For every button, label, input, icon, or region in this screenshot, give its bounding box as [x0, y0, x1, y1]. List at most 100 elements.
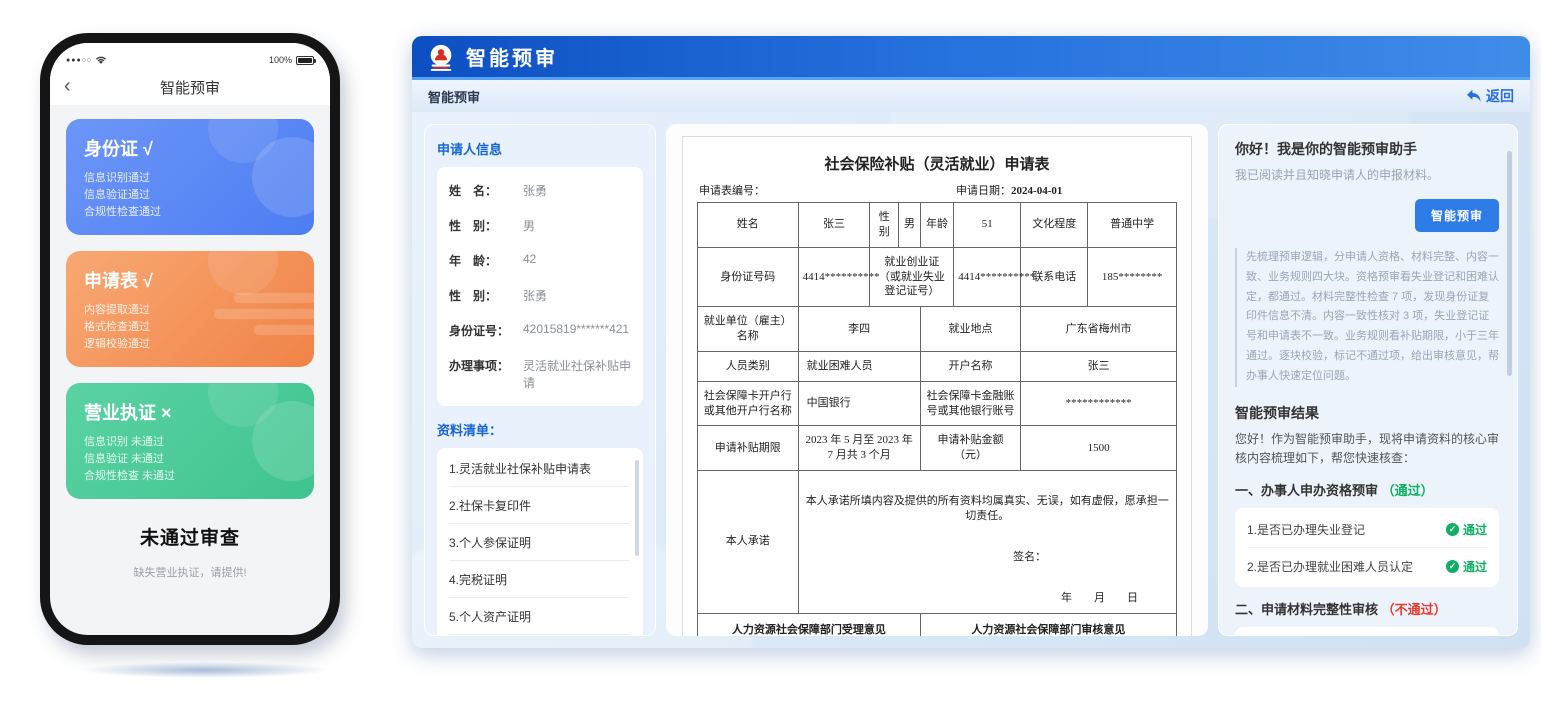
- cell-label: 身份证号码: [698, 247, 799, 307]
- cell-label: 年龄: [920, 203, 954, 248]
- cell-label: 就业单位（雇主）名称: [698, 307, 799, 352]
- field-label: 年 龄：: [449, 252, 523, 269]
- table-row-opinions: 人力资源社会保障部门受理意见 签名： （单位盖章） 年 月 日 人力资源社会保障…: [698, 613, 1177, 636]
- cell-label: 就业创业证（或就业失业登记证号）: [870, 247, 954, 307]
- cell-value: 张三: [1021, 351, 1177, 381]
- status-badge-pass: ✓通过: [1446, 558, 1487, 575]
- document-title: 社会保险补贴（灵活就业）申请表: [697, 145, 1177, 182]
- form-number-label: 申请表编号：: [699, 182, 956, 198]
- promise-label: 本人承诺: [698, 471, 799, 613]
- table-row: 就业单位（雇主）名称 李四 就业地点 广东省梅州市: [698, 307, 1177, 352]
- cell-label: 姓名: [698, 203, 799, 248]
- promise-content: 本人承诺所填内容及提供的所有资料均属真实、无误，如有虚假，愿承担一切责任。 签名…: [798, 471, 1176, 613]
- phone-back-chevron-icon[interactable]: ‹: [64, 73, 71, 99]
- cell-label: 性别: [870, 203, 899, 248]
- check-circle-icon: ✓: [1446, 560, 1459, 573]
- review-opinion-cell: 人力资源社会保障部门审核意见 签名： （单位盖章） 年 月 日: [920, 613, 1176, 636]
- phone-mockup: ●●●○○ 100% ‹ 智能预审 身份证 √ 信息识别通过 信息验证通: [40, 33, 340, 645]
- card-check-line: 信息识别 未通过: [84, 434, 296, 451]
- cell-value: 普通中学: [1088, 203, 1177, 248]
- cell-label: 就业地点: [920, 307, 1021, 352]
- section-qualification-heading: 一、办事人申办资格预审 （通过）: [1235, 480, 1499, 499]
- cell-value: 李四: [798, 307, 920, 352]
- cell-value: 51: [954, 203, 1021, 248]
- cell-value: 1500: [1021, 426, 1177, 471]
- review-result-heading: 智能预审结果: [1235, 403, 1499, 423]
- cell-value: 4414**********: [954, 247, 1021, 307]
- applicant-info-title: 申请人信息: [437, 139, 643, 158]
- material-list-item[interactable]: 3.个人参保证明: [449, 524, 629, 561]
- review-result-note: 缺失营业执证，请提供!: [66, 564, 314, 580]
- cell-value: 就业困难人员: [798, 351, 920, 381]
- assistant-panel-scrollbar[interactable]: [1507, 151, 1512, 376]
- main-content: 申请人信息 姓 名： 张勇 性 别： 男 年 龄： 42 性 别： 张勇: [412, 112, 1530, 648]
- table-row-promise: 本人承诺 本人承诺所填内容及提供的所有资料均属真实、无误，如有虚假，愿承担一切责…: [698, 471, 1177, 613]
- document-preview-panel: 社会保险补贴（灵活就业）申请表 申请表编号： 申请日期：2024-04-01 姓…: [666, 124, 1208, 636]
- info-row-gender2: 性 别： 张勇: [449, 278, 631, 313]
- review-result-intro: 您好！作为智能预审助手，现将申请资料的核心审核内容梳理如下，帮您快速核查：: [1235, 430, 1499, 468]
- cell-label: 申请补贴金额（元）: [920, 426, 1021, 471]
- applicant-info-card: 姓 名： 张勇 性 别： 男 年 龄： 42 性 别： 张勇 身份证号： 4: [437, 167, 643, 406]
- field-value: 张勇: [523, 182, 547, 199]
- review-opinion-title: 人力资源社会保障部门审核意见: [925, 623, 1172, 637]
- card-check-line: 信息识别通过: [84, 170, 296, 187]
- material-list-item[interactable]: 1.灵活就业社保补贴申请表: [449, 450, 629, 487]
- material-list-item[interactable]: 6.完税证明: [449, 635, 629, 636]
- info-row-name: 姓 名： 张勇: [449, 173, 631, 208]
- review-result-title: 未通过审查: [66, 523, 314, 550]
- card-check-line: 逻辑校验通过: [84, 336, 296, 353]
- field-value: 男: [523, 217, 535, 234]
- table-row: 申请补贴期限 2023 年 5 月至 2023 年 7 月共 3 个月 申请补贴…: [698, 426, 1177, 471]
- acceptance-opinion-cell: 人力资源社会保障部门受理意见 签名： （单位盖章） 年 月 日: [698, 613, 921, 636]
- section-status-pass: （通过）: [1382, 483, 1434, 498]
- document-meta-row: 申请表编号： 申请日期：2024-04-01: [697, 182, 1177, 202]
- field-label: 姓 名：: [449, 182, 523, 199]
- field-value: 张勇: [523, 287, 547, 304]
- card-check-line: 合规性检查 未通过: [84, 468, 296, 485]
- cell-label: 开户名称: [920, 351, 1021, 381]
- section-completeness-heading: 二、申请材料完整性审核 （不通过）: [1235, 599, 1499, 618]
- info-row-matter: 办理事项： 灵活就业社保补贴申请: [449, 348, 631, 400]
- section-title: 二、申请材料完整性审核: [1235, 602, 1378, 617]
- promise-text: 本人承诺所填内容及提供的所有资料均属真实、无误，如有虚假，愿承担一切责任。: [803, 494, 1172, 524]
- app-title: 智能预审: [466, 42, 558, 71]
- assistant-button-row: 智能预审: [1235, 199, 1499, 232]
- material-list-item[interactable]: 5.个人资产证明: [449, 598, 629, 635]
- ai-assistant-panel: 你好！我是你的智能预审助手 我已阅读并且知晓申请人的申报材料。 智能预审 先梳理…: [1218, 124, 1518, 636]
- materials-list: 1.灵活就业社保补贴申请表 2.社保卡复印件 3.个人参保证明 4.完税证明 5…: [437, 448, 643, 636]
- run-smart-review-button[interactable]: 智能预审: [1415, 199, 1499, 232]
- materials-scrollbar[interactable]: [635, 460, 639, 556]
- card-title: 身份证 √: [84, 135, 296, 161]
- card-check-line: 内容提取通过: [84, 302, 296, 319]
- card-title: 申请表 √: [84, 267, 296, 293]
- check-item-label: 1.是否已办理失业登记: [1247, 521, 1365, 538]
- applicant-info-panel: 申请人信息 姓 名： 张勇 性 别： 男 年 龄： 42 性 别： 张勇: [424, 124, 656, 636]
- cell-value: 广东省梅州市: [1021, 307, 1177, 352]
- battery-icon: [296, 56, 314, 65]
- assistant-greeting-sub: 我已阅读并且知晓申请人的申报材料。: [1235, 166, 1499, 183]
- cell-value: 185********: [1088, 247, 1177, 307]
- field-label: 性 别：: [449, 287, 523, 304]
- page-title: 智能预审: [428, 87, 480, 106]
- phone-screen: ●●●○○ 100% ‹ 智能预审 身份证 √ 信息识别通过 信息验证通: [50, 43, 330, 635]
- wifi-icon: [95, 56, 107, 65]
- phone-shadow: [80, 662, 330, 678]
- material-list-item[interactable]: 2.社保卡复印件: [449, 487, 629, 524]
- signal-strength-icon: ●●●○○: [66, 57, 92, 64]
- cell-label: 社会保障卡金融账号或其他银行账号: [920, 381, 1021, 426]
- info-row-gender: 性 别： 男: [449, 208, 631, 243]
- back-button-label: 返回: [1486, 86, 1514, 106]
- info-row-id-number: 身份证号： 42015819*******421: [449, 313, 631, 348]
- phone-page-title: 智能预审: [160, 77, 220, 98]
- info-row-age: 年 龄： 42: [449, 243, 631, 278]
- field-label: 办理事项：: [449, 357, 523, 374]
- promise-date-blank: 年 月 日: [803, 591, 1172, 606]
- check-circle-icon: ✓: [1446, 523, 1459, 536]
- smart-review-window: 智能预审 智能预审 返回 申请人信息 姓 名： 张勇 性 别： 男: [412, 36, 1530, 648]
- material-list-item[interactable]: 4.完税证明: [449, 561, 629, 598]
- materials-list-title: 资料清单：: [437, 420, 643, 439]
- battery-percent: 100%: [269, 55, 292, 65]
- card-check-line: 信息验证通过: [84, 187, 296, 204]
- table-row: 身份证号码 4414********** 就业创业证（或就业失业登记证号） 44…: [698, 247, 1177, 307]
- back-button[interactable]: 返回: [1466, 86, 1514, 106]
